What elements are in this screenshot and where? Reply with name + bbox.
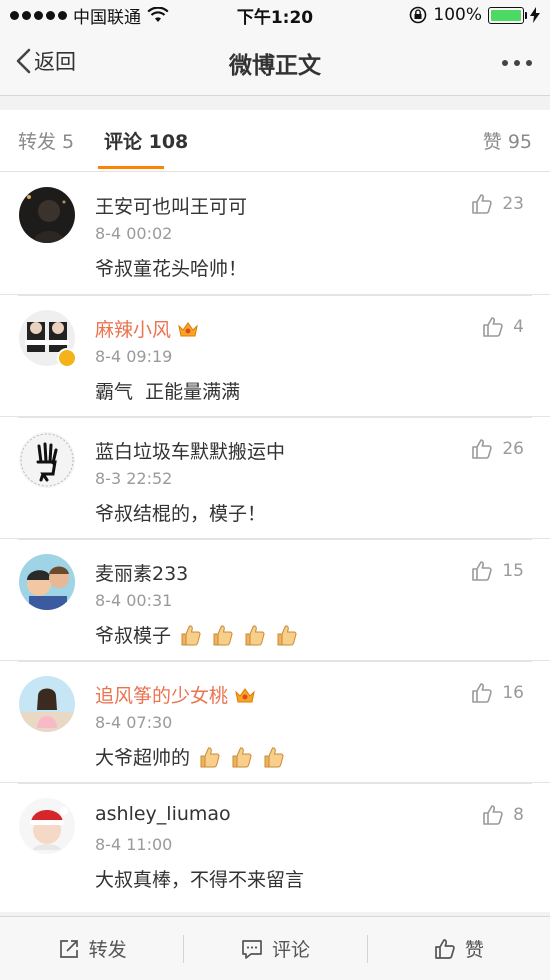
comment-label: 评论 — [271, 939, 310, 961]
comment-like-button[interactable]: 23 — [470, 192, 524, 216]
share-icon — [59, 939, 78, 958]
comment-text: 大爷超帅的 — [95, 743, 286, 770]
avatar[interactable] — [19, 554, 75, 610]
like-count: 8 — [513, 805, 524, 825]
thumbs-up-icon — [472, 683, 493, 703]
thumbs-up-icon — [472, 194, 493, 214]
avatar[interactable] — [19, 798, 75, 854]
comment-item: 麦丽素233 8-4 00:31 爷叔模子 15 — [0, 538, 550, 660]
thumbs-up-icon — [483, 805, 503, 825]
comment-like-button[interactable]: 15 — [470, 559, 524, 583]
tab-bar: 转发 5 评论 108 赞 95 — [0, 110, 550, 172]
divider — [18, 417, 532, 418]
more-dots-icon[interactable] — [502, 60, 532, 66]
comment-username[interactable]: 麻辣小风 — [95, 315, 199, 342]
thumbs-up-emoji-group — [177, 622, 299, 648]
comment-list: 王安可也叫王可可 8-4 00:02 爷叔童花头哈帅！ 23 麻辣小风 8-4 … — [0, 172, 550, 912]
tab-likes[interactable]: 赞 95 — [483, 127, 532, 154]
comment-time: 8-4 07:30 — [95, 713, 173, 732]
status-bar: 中国联通 下午1:20 100% — [0, 0, 550, 30]
vip-crown-icon — [178, 321, 198, 336]
verified-badge — [57, 348, 77, 368]
divider — [18, 661, 532, 662]
thumbs-up-icon — [472, 439, 493, 459]
comment-item: 蓝白垃圾车默默搬运中 8-3 22:52 爷叔结棍的，模子！ 26 — [0, 416, 550, 538]
carrier-name: 中国联通 — [73, 7, 141, 28]
comment-item: 追风筝的少女桃 8-4 07:30 大爷超帅的 16 — [0, 660, 550, 782]
nav-bar: 返回 微博正文 — [0, 30, 550, 96]
comment-item: ashley_liumao 8-4 11:00 大叔真棒，不得不来留言 8 — [0, 782, 550, 904]
chevron-left-icon — [16, 48, 31, 74]
thumbs-up-emoji-group — [196, 744, 286, 770]
back-label: 返回 — [34, 50, 76, 74]
like-count: 26 — [502, 439, 524, 459]
comment-time: 8-3 22:52 — [95, 469, 173, 488]
thumbs-up-emoji-icon — [200, 746, 220, 767]
thumbs-up-icon — [483, 317, 503, 337]
bottom-toolbar: 转发 评论 赞 — [0, 916, 550, 980]
active-tab-indicator — [98, 166, 164, 169]
divider — [18, 539, 532, 540]
avatar[interactable] — [19, 432, 75, 488]
comment-item: 王安可也叫王可可 8-4 00:02 爷叔童花头哈帅！ 23 — [0, 172, 550, 294]
vip-crown-icon — [235, 687, 255, 702]
comment-time: 8-4 11:00 — [95, 835, 173, 854]
thumbs-up-emoji-icon — [181, 624, 201, 645]
like-label: 赞 — [464, 939, 484, 961]
tab-repost[interactable]: 转发 5 — [18, 127, 74, 154]
comment-icon — [242, 939, 262, 959]
thumbs-up-emoji-icon — [232, 746, 252, 767]
thumbs-up-emoji-icon — [264, 746, 284, 767]
comment-item: 麻辣小风 8-4 09:19 霸气 正能量满满 4 — [0, 294, 550, 416]
comment-like-button[interactable]: 8 — [481, 803, 524, 827]
battery-percent: 100% — [433, 5, 482, 25]
comment-text: 霸气 正能量满满 — [95, 381, 241, 403]
thumbs-up-emoji-icon — [277, 624, 297, 645]
like-button[interactable]: 赞 — [366, 917, 550, 980]
signal-dots-icon — [10, 10, 67, 20]
avatar[interactable] — [19, 676, 75, 732]
thumbs-up-icon — [434, 938, 455, 959]
comment-time: 8-4 00:02 — [95, 224, 173, 243]
like-count: 16 — [502, 683, 524, 703]
tab-comments[interactable]: 评论 108 — [104, 127, 188, 154]
comment-username[interactable]: 追风筝的少女桃 — [95, 681, 256, 708]
thumbs-up-icon — [472, 561, 493, 581]
thumbs-up-emoji-icon — [245, 624, 265, 645]
thumbs-up-emoji-icon — [213, 624, 233, 645]
divider — [18, 783, 532, 784]
comment-time: 8-4 09:19 — [95, 347, 173, 366]
comment-text: 爷叔结棍的，模子！ — [95, 503, 267, 525]
like-count: 4 — [513, 317, 524, 337]
back-button[interactable]: 返回 — [14, 46, 76, 76]
comment-like-button[interactable]: 26 — [470, 437, 524, 461]
comment-text: 爷叔童花头哈帅！ — [95, 258, 248, 280]
orientation-lock-icon — [410, 6, 427, 24]
comment-button[interactable]: 评论 — [183, 917, 366, 980]
status-left: 中国联通 — [10, 3, 169, 28]
like-count: 23 — [502, 194, 524, 214]
comment-text: 爷叔模子 — [95, 621, 299, 648]
comment-username[interactable]: ashley_liumao — [95, 803, 231, 825]
comment-like-button[interactable]: 16 — [470, 681, 524, 705]
avatar[interactable] — [19, 187, 75, 243]
repost-label: 转发 — [88, 939, 127, 961]
comment-like-button[interactable]: 4 — [481, 315, 524, 339]
comment-text: 大叔真棒，不得不来留言 — [95, 869, 305, 891]
charging-bolt-icon — [530, 7, 540, 23]
battery-icon — [488, 6, 527, 24]
like-count: 15 — [502, 561, 524, 581]
comment-username[interactable]: 王安可也叫王可可 — [95, 192, 247, 219]
status-right: 100% — [409, 5, 540, 25]
page-title: 微博正文 — [229, 52, 321, 79]
divider — [18, 295, 532, 296]
battery-fill — [491, 9, 521, 21]
comment-time: 8-4 00:31 — [95, 591, 173, 610]
wifi-icon — [147, 7, 169, 22]
repost-button[interactable]: 转发 — [0, 917, 183, 980]
comment-username[interactable]: 蓝白垃圾车默默搬运中 — [95, 437, 285, 464]
comment-username[interactable]: 麦丽素233 — [95, 559, 188, 586]
